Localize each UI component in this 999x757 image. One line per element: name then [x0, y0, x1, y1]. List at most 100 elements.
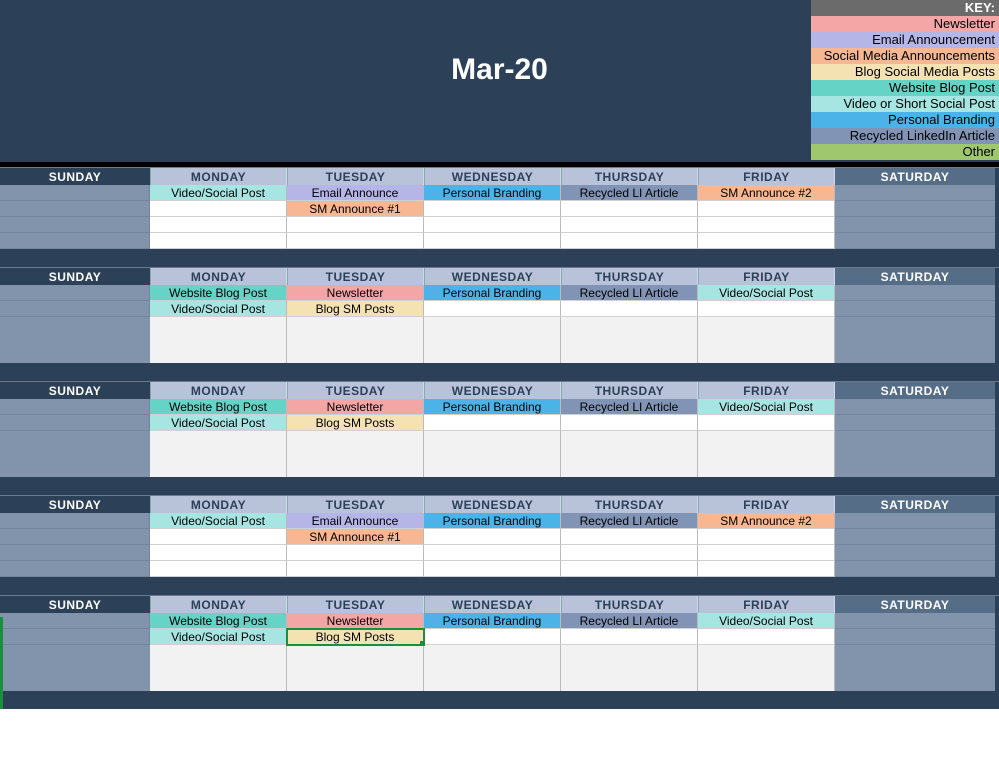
calendar-cell[interactable] [698, 561, 835, 577]
calendar-cell[interactable] [0, 185, 150, 201]
calendar-cell[interactable] [0, 545, 150, 561]
calendar-cell[interactable]: Recycled LI Article [561, 185, 698, 201]
calendar-cell-tail[interactable] [698, 431, 835, 477]
calendar-cell[interactable] [424, 629, 561, 645]
calendar-cell[interactable] [561, 233, 698, 249]
calendar-cell-selected[interactable]: Blog SM Posts [287, 629, 424, 645]
calendar-cell[interactable] [0, 613, 150, 629]
calendar-cell[interactable] [0, 201, 150, 217]
calendar-cell[interactable]: Video/Social Post [698, 613, 835, 629]
calendar-cell-tail[interactable] [561, 317, 698, 363]
calendar-cell-tail[interactable] [287, 645, 424, 691]
calendar-cell-tail[interactable] [424, 317, 561, 363]
calendar-cell[interactable] [835, 561, 995, 577]
calendar-cell[interactable] [0, 529, 150, 545]
calendar-cell[interactable] [561, 301, 698, 317]
calendar-cell[interactable]: Personal Branding [424, 513, 561, 529]
calendar-cell-tail[interactable] [698, 317, 835, 363]
calendar-cell-tail[interactable] [150, 431, 287, 477]
calendar-cell[interactable]: Recycled LI Article [561, 399, 698, 415]
calendar-cell[interactable] [835, 301, 995, 317]
calendar-cell[interactable]: Newsletter [287, 399, 424, 415]
calendar-cell[interactable]: Recycled LI Article [561, 285, 698, 301]
calendar-cell-tail[interactable] [835, 317, 995, 363]
calendar-cell-tail[interactable] [424, 431, 561, 477]
calendar-cell[interactable] [424, 301, 561, 317]
calendar-cell[interactable] [561, 561, 698, 577]
calendar-cell[interactable]: SM Announce #2 [698, 513, 835, 529]
calendar-cell[interactable] [0, 629, 150, 645]
calendar-cell[interactable]: Video/Social Post [150, 415, 287, 431]
calendar-cell[interactable] [0, 285, 150, 301]
calendar-cell[interactable] [561, 201, 698, 217]
calendar-cell[interactable] [835, 285, 995, 301]
calendar-cell[interactable]: SM Announce #1 [287, 201, 424, 217]
calendar-cell[interactable]: Video/Social Post [150, 301, 287, 317]
calendar-cell[interactable] [150, 201, 287, 217]
calendar-cell[interactable] [424, 201, 561, 217]
calendar-cell[interactable]: Newsletter [287, 613, 424, 629]
calendar-cell[interactable] [0, 561, 150, 577]
calendar-cell[interactable] [698, 233, 835, 249]
calendar-cell[interactable] [0, 217, 150, 233]
calendar-cell[interactable] [150, 529, 287, 545]
calendar-cell[interactable]: Personal Branding [424, 285, 561, 301]
calendar-cell[interactable] [424, 415, 561, 431]
calendar-cell[interactable]: Recycled LI Article [561, 513, 698, 529]
calendar-cell-tail[interactable] [698, 645, 835, 691]
calendar-cell[interactable] [561, 545, 698, 561]
calendar-cell-tail[interactable] [561, 645, 698, 691]
calendar-cell[interactable] [698, 301, 835, 317]
calendar-cell-tail[interactable] [0, 317, 150, 363]
calendar-cell[interactable] [835, 233, 995, 249]
calendar-cell[interactable] [698, 415, 835, 431]
calendar-cell[interactable] [150, 233, 287, 249]
calendar-cell-tail[interactable] [287, 317, 424, 363]
calendar-cell[interactable]: Video/Social Post [150, 629, 287, 645]
calendar-cell[interactable]: Video/Social Post [150, 185, 287, 201]
calendar-cell[interactable] [835, 629, 995, 645]
calendar-cell[interactable] [287, 561, 424, 577]
calendar-cell[interactable]: Email Announce [287, 185, 424, 201]
calendar-cell[interactable]: SM Announce #2 [698, 185, 835, 201]
calendar-cell[interactable]: SM Announce #1 [287, 529, 424, 545]
calendar-cell[interactable]: Video/Social Post [698, 285, 835, 301]
calendar-cell[interactable]: Video/Social Post [150, 513, 287, 529]
calendar-cell[interactable] [698, 629, 835, 645]
calendar-cell-tail[interactable] [561, 431, 698, 477]
calendar-cell[interactable]: Personal Branding [424, 399, 561, 415]
calendar-cell-tail[interactable] [150, 317, 287, 363]
calendar-cell-tail[interactable] [287, 431, 424, 477]
calendar-cell[interactable]: Recycled LI Article [561, 613, 698, 629]
calendar-cell[interactable]: Website Blog Post [150, 613, 287, 629]
calendar-cell[interactable] [287, 545, 424, 561]
calendar-cell[interactable] [0, 233, 150, 249]
calendar-cell[interactable]: Email Announce [287, 513, 424, 529]
calendar-cell[interactable] [150, 545, 287, 561]
calendar-cell[interactable] [835, 415, 995, 431]
calendar-cell[interactable] [561, 629, 698, 645]
calendar-cell[interactable] [561, 217, 698, 233]
calendar-cell-tail[interactable] [835, 645, 995, 691]
calendar-cell[interactable] [835, 513, 995, 529]
calendar-cell[interactable] [698, 529, 835, 545]
calendar-cell[interactable] [698, 201, 835, 217]
calendar-cell[interactable] [835, 545, 995, 561]
calendar-cell[interactable] [561, 415, 698, 431]
calendar-cell[interactable] [0, 301, 150, 317]
calendar-cell[interactable] [698, 217, 835, 233]
calendar-cell-tail[interactable] [0, 645, 150, 691]
calendar-cell[interactable] [287, 233, 424, 249]
calendar-cell[interactable] [0, 415, 150, 431]
calendar-cell[interactable] [424, 529, 561, 545]
calendar-cell-tail[interactable] [835, 431, 995, 477]
calendar-cell[interactable] [835, 399, 995, 415]
calendar-cell[interactable] [424, 561, 561, 577]
calendar-cell[interactable] [835, 529, 995, 545]
calendar-cell[interactable]: Blog SM Posts [287, 301, 424, 317]
calendar-cell[interactable]: Website Blog Post [150, 399, 287, 415]
calendar-cell[interactable] [0, 399, 150, 415]
calendar-cell[interactable] [150, 561, 287, 577]
calendar-cell[interactable] [835, 217, 995, 233]
calendar-cell[interactable]: Blog SM Posts [287, 415, 424, 431]
